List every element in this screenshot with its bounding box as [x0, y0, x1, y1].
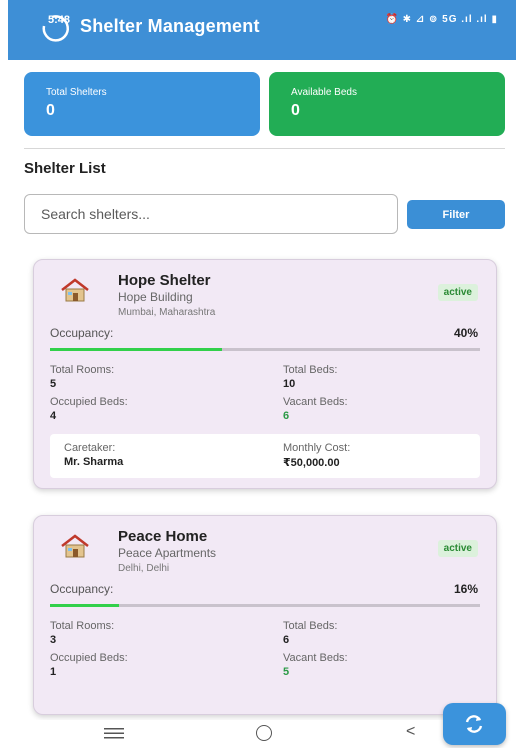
- home-circle-icon[interactable]: [256, 725, 272, 741]
- total-beds: Total Beds: 6: [283, 620, 337, 646]
- occupancy-progress-track: [50, 604, 480, 607]
- total-beds-label: Total Beds:: [283, 364, 338, 376]
- caretaker: Caretaker: Mr. Sharma: [64, 442, 123, 468]
- occupied-beds-label: Occupied Beds:: [50, 652, 128, 664]
- shelter-location: Mumbai, Maharashtra: [118, 307, 216, 318]
- caretaker-box: Caretaker: Mr. Sharma Monthly Cost: ₹50,…: [50, 434, 480, 478]
- total-shelters-card: Total Shelters 0: [24, 72, 260, 136]
- occupancy-progress-fill: [50, 604, 119, 607]
- total-beds: Total Beds: 10: [283, 364, 337, 390]
- shelter-list-title: Shelter List: [24, 160, 106, 177]
- total-rooms-value: 5: [50, 378, 57, 390]
- menu-icon[interactable]: [104, 726, 124, 740]
- filter-button[interactable]: Filter: [407, 200, 505, 229]
- total-rooms-value: 3: [50, 634, 57, 646]
- refresh-icon: [465, 715, 483, 733]
- shelter-card[interactable]: Hope Shelter Hope Building Mumbai, Mahar…: [33, 259, 497, 489]
- house-icon: [61, 278, 89, 302]
- occupied-beds-value: 4: [50, 410, 57, 422]
- total-beds-value: 6: [283, 634, 290, 646]
- occupied-beds-label: Occupied Beds:: [50, 396, 128, 408]
- shelter-name: Peace Home: [118, 528, 208, 545]
- page-title: Shelter Management: [80, 16, 260, 36]
- shelter-building: Hope Building: [118, 290, 193, 304]
- available-beds-card: Available Beds 0: [269, 72, 505, 136]
- occupancy-percent: 16%: [453, 582, 478, 596]
- status-badge: active: [437, 540, 478, 557]
- search-box: [24, 194, 398, 234]
- occupied-beds: Occupied Beds: 4: [50, 396, 128, 422]
- total-beds-label: Total Beds:: [283, 620, 338, 632]
- monthly-cost-value: ₹50,000.00: [283, 457, 340, 469]
- search-input[interactable]: [25, 195, 397, 233]
- available-beds-value: 0: [291, 102, 300, 119]
- shelter-building: Peace Apartments: [118, 546, 217, 560]
- back-icon[interactable]: <: [406, 723, 415, 741]
- available-beds-label: Available Beds: [291, 87, 357, 98]
- shelter-name: Hope Shelter: [118, 272, 211, 289]
- refresh-button[interactable]: [443, 703, 506, 745]
- status-time: 5:48: [48, 14, 71, 26]
- total-shelters-label: Total Shelters: [46, 87, 107, 98]
- status-badge: active: [437, 284, 478, 301]
- status-bar-icons: ⏰ ✱ ⊿ ⊚ 5G .ıl .ıl ▮: [385, 14, 498, 25]
- monthly-cost-label: Monthly Cost:: [283, 442, 351, 454]
- app-header: 5:48 Shelter Management ⏰ ✱ ⊿ ⊚ 5G .ıl .…: [8, 0, 516, 60]
- occupancy-progress-track: [50, 348, 480, 351]
- total-rooms-label: Total Rooms:: [50, 620, 115, 632]
- vacant-beds-value: 6: [283, 410, 290, 422]
- vacant-beds-value: 5: [283, 666, 290, 678]
- vacant-beds-label: Vacant Beds:: [283, 396, 348, 408]
- vacant-beds-label: Vacant Beds:: [283, 652, 348, 664]
- total-shelters-value: 0: [46, 102, 55, 119]
- occupancy-progress-fill: [50, 348, 222, 351]
- total-rooms: Total Rooms: 5: [50, 364, 114, 390]
- occupancy-label: Occupancy:: [50, 326, 114, 340]
- shelter-card[interactable]: Peace Home Peace Apartments Delhi, Delhi…: [33, 515, 497, 715]
- occupancy-percent: 40%: [453, 326, 478, 340]
- shelter-location: Delhi, Delhi: [118, 563, 170, 574]
- monthly-cost: Monthly Cost: ₹50,000.00: [283, 442, 350, 469]
- vacant-beds: Vacant Beds: 6: [283, 396, 348, 422]
- occupied-beds: Occupied Beds: 1: [50, 652, 128, 678]
- total-rooms-label: Total Rooms:: [50, 364, 115, 376]
- total-beds-value: 10: [283, 378, 296, 390]
- system-nav-bar: <: [0, 720, 516, 748]
- occupied-beds-value: 1: [50, 666, 57, 678]
- caretaker-value: Mr. Sharma: [64, 456, 124, 468]
- vacant-beds: Vacant Beds: 5: [283, 652, 348, 678]
- divider: [24, 148, 505, 149]
- total-rooms: Total Rooms: 3: [50, 620, 114, 646]
- occupancy-label: Occupancy:: [50, 582, 114, 596]
- caretaker-label: Caretaker:: [64, 442, 116, 454]
- house-icon: [61, 534, 89, 558]
